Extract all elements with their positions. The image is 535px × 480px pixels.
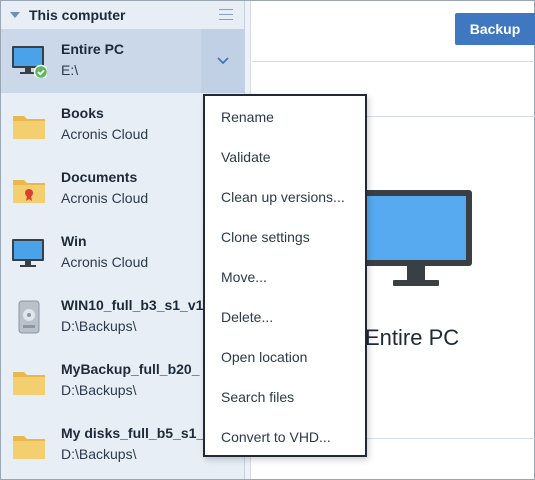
monitor-icon bbox=[360, 190, 472, 286]
backup-location: Acronis Cloud bbox=[61, 126, 149, 142]
menu-item-search-files[interactable]: Search files bbox=[221, 389, 294, 405]
menu-item-convert-to-vhd[interactable]: Convert to VHD... bbox=[221, 429, 331, 445]
collapse-triangle-icon[interactable] bbox=[10, 12, 20, 18]
menu-item-rename[interactable]: Rename bbox=[221, 109, 274, 125]
menu-item-open-location[interactable]: Open location bbox=[221, 349, 307, 365]
backup-name: Entire PC bbox=[61, 41, 125, 57]
backup-name: My disks_full_b5_s1_v1 bbox=[61, 425, 220, 441]
menu-item-move[interactable]: Move... bbox=[221, 269, 267, 285]
folder-icon bbox=[13, 436, 45, 459]
backup-location: Acronis Cloud bbox=[61, 254, 149, 270]
backup-button[interactable]: Backup bbox=[455, 13, 535, 45]
menu-item-clean-up-versions[interactable]: Clean up versions... bbox=[221, 189, 345, 205]
backup-location: Acronis Cloud bbox=[61, 190, 149, 206]
divider bbox=[252, 61, 535, 62]
backup-location: E:\ bbox=[61, 62, 79, 78]
menu-item-validate[interactable]: Validate bbox=[221, 149, 271, 165]
sidebar-header[interactable]: This computer bbox=[1, 1, 245, 29]
backup-name: Books bbox=[61, 105, 104, 121]
item-options-button[interactable] bbox=[201, 29, 245, 93]
disk-icon bbox=[18, 300, 40, 334]
context-menu: Rename Validate Clean up versions... Clo… bbox=[203, 94, 367, 457]
hamburger-menu-icon[interactable] bbox=[219, 9, 233, 20]
sidebar-title: This computer bbox=[29, 7, 126, 23]
menu-item-delete[interactable]: Delete... bbox=[221, 309, 273, 325]
backup-name: MyBackup_full_b20_ bbox=[61, 361, 200, 377]
menu-item-clone-settings[interactable]: Clone settings bbox=[221, 229, 310, 245]
backup-location: D:\Backups\ bbox=[61, 318, 137, 334]
backup-item-entire-pc[interactable]: Entire PC E:\ bbox=[1, 29, 245, 93]
backup-location: D:\Backups\ bbox=[61, 382, 137, 398]
folder-icon bbox=[13, 116, 45, 139]
main-title: Entire PC bbox=[365, 325, 460, 350]
folder-icon bbox=[13, 372, 45, 395]
backup-name: Documents bbox=[61, 169, 138, 185]
monitor-icon bbox=[12, 239, 44, 267]
backup-name: WIN10_full_b3_s1_v1 bbox=[61, 297, 204, 313]
monitor-check-icon bbox=[12, 46, 47, 78]
backup-location: D:\Backups\ bbox=[61, 446, 137, 462]
briefcase-folder-icon bbox=[13, 180, 45, 203]
chevron-down-icon bbox=[217, 57, 229, 65]
backup-name: Win bbox=[61, 233, 87, 249]
